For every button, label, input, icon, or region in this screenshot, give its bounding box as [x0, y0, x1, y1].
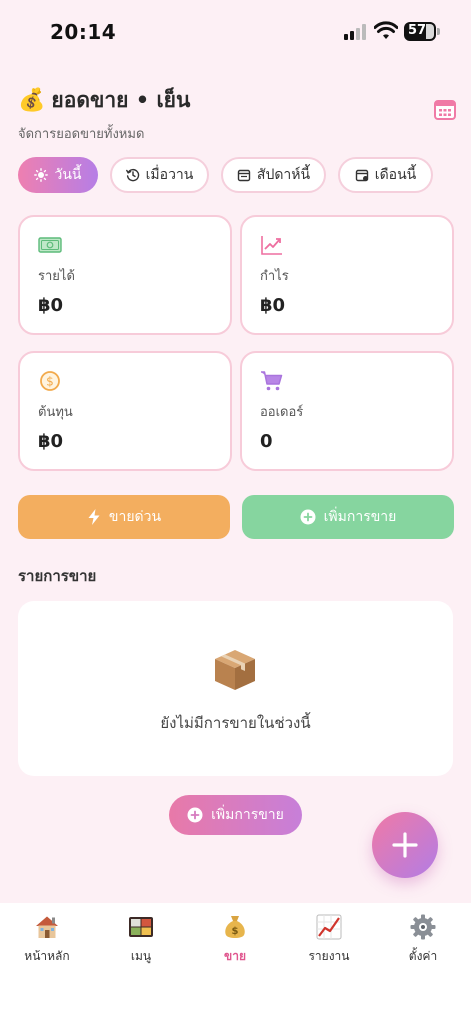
filter-yesterday[interactable]: เมื่อวาน	[110, 157, 209, 193]
tab-settings[interactable]: ตั้งค่า	[383, 913, 463, 969]
history-icon	[125, 168, 139, 182]
filter-label: เดือนนี้	[374, 167, 417, 183]
sales-list-empty-state: ยังไม่มีการขายในช่วงนี้	[18, 601, 453, 776]
money-bag-icon: $	[225, 916, 245, 938]
status-bar: 20:14 57	[0, 0, 471, 64]
svg-text:$: $	[46, 375, 54, 389]
page-subtitle: จัดการยอดขายทั้งหมด	[18, 127, 145, 142]
battery-level: 57	[407, 23, 427, 38]
revenue-label: รายได้	[38, 269, 75, 284]
calendar-week-icon	[237, 169, 251, 182]
plus-circle-icon	[187, 807, 203, 823]
cost-label: ต้นทุน	[38, 405, 73, 420]
empty-state-text: ยังไม่มีการขายในช่วงนี้	[160, 714, 311, 732]
cost-card: $ ต้นทุน ฿0	[18, 351, 232, 471]
tab-settings-label: ตั้งค่า	[408, 949, 438, 963]
sun-icon	[34, 168, 49, 182]
bottom-tab-bar: หน้าหลัก เมนู $ ขาย รายงาน ตั้งค่า	[0, 903, 471, 1024]
tab-menu[interactable]: เมนู	[101, 913, 181, 969]
filter-label: เมื่อวาน	[145, 167, 194, 183]
battery-icon: 57	[404, 22, 440, 41]
revenue-value: ฿0	[38, 295, 64, 316]
orders-card: ออเดอร์ 0	[240, 351, 454, 471]
tab-reports-label: รายงาน	[308, 949, 350, 963]
wifi-icon	[374, 21, 398, 39]
gear-icon	[410, 914, 436, 940]
sales-list-title: รายการขาย	[18, 567, 97, 585]
floating-add-button[interactable]	[372, 812, 438, 878]
profit-card: กำไร ฿0	[240, 215, 454, 335]
chart-icon	[316, 914, 342, 940]
orders-value: 0	[260, 431, 273, 452]
profit-label: กำไร	[260, 269, 289, 284]
add-sale-pill-button[interactable]: เพิ่มการขาย	[169, 795, 302, 835]
package-icon	[215, 650, 255, 690]
tab-sales-label: ขาย	[224, 949, 246, 963]
cost-value: ฿0	[38, 431, 64, 452]
filter-label: สัปดาห์นี้	[256, 167, 311, 183]
status-time: 20:14	[50, 20, 117, 44]
plus-circle-icon	[300, 509, 316, 525]
quick-sell-button[interactable]: ขายด่วน	[18, 495, 230, 539]
page-title: ยอดขาย • เย็น	[51, 88, 191, 112]
cash-icon	[38, 237, 62, 253]
svg-text:$: $	[232, 926, 239, 937]
cellular-signal-icon	[344, 24, 368, 40]
tab-menu-label: เมนู	[130, 949, 152, 963]
trend-up-icon	[261, 236, 282, 255]
calendar-icon[interactable]	[432, 96, 458, 122]
tab-home[interactable]: หน้าหลัก	[7, 913, 87, 969]
money-bag-icon: 💰	[18, 88, 46, 113]
plus-icon	[392, 832, 418, 858]
calendar-month-icon	[355, 169, 368, 182]
house-icon	[36, 916, 58, 938]
add-sale-label: เพิ่มการขาย	[323, 509, 397, 525]
tab-reports[interactable]: รายงาน	[289, 913, 369, 969]
orders-label: ออเดอร์	[260, 405, 304, 420]
header: 💰 ยอดขาย • เย็น จัดการยอดขายทั้งหมด	[18, 84, 458, 142]
bento-icon	[129, 917, 153, 937]
date-filter-bar: วันนี้ เมื่อวาน สัปดาห์นี้ เดือนนี้	[18, 157, 454, 193]
add-sale-button[interactable]: เพิ่มการขาย	[242, 495, 454, 539]
revenue-card: รายได้ ฿0	[18, 215, 232, 335]
coin-icon: $	[40, 371, 60, 391]
add-sale-pill-label: เพิ่มการขาย	[211, 807, 284, 823]
quick-sell-label: ขายด่วน	[108, 509, 162, 525]
profit-value: ฿0	[260, 295, 286, 316]
lightning-icon	[88, 509, 100, 525]
tab-home-label: หน้าหลัก	[24, 949, 70, 963]
tab-sales[interactable]: $ ขาย	[195, 913, 275, 969]
filter-this-month[interactable]: เดือนนี้	[338, 157, 433, 193]
filter-today[interactable]: วันนี้	[18, 157, 98, 193]
filter-this-week[interactable]: สัปดาห์นี้	[221, 157, 326, 193]
filter-label: วันนี้	[54, 167, 82, 183]
cart-icon	[261, 371, 283, 391]
